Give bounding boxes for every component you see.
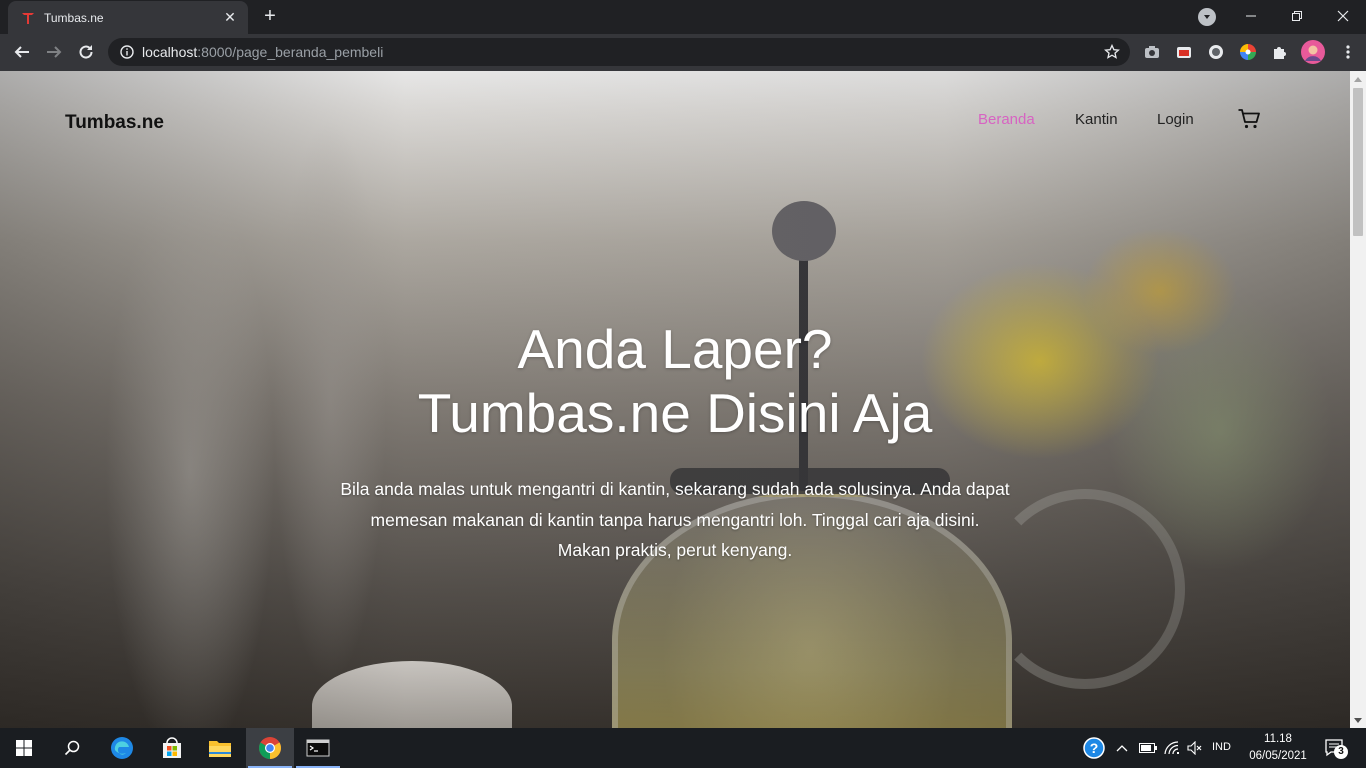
address-bar[interactable]: localhost:8000/page_beranda_pembeli [108, 38, 1130, 66]
color-picker-extension-icon[interactable] [1239, 43, 1257, 61]
taskbar-terminal[interactable] [294, 728, 342, 768]
reload-button[interactable] [72, 38, 100, 66]
help-icon: ? [1083, 737, 1105, 759]
volume-muted-icon [1187, 741, 1202, 755]
volume-tray-button[interactable] [1185, 728, 1205, 768]
notification-count-badge: 3 [1334, 745, 1348, 759]
clock-date: 06/05/2021 [1249, 750, 1307, 762]
clock-time: 11.18 [1264, 733, 1292, 745]
hero-desc-line-3: Makan praktis, perut kenyang. [557, 540, 793, 560]
store-icon [163, 737, 181, 758]
new-tab-button[interactable]: + [258, 4, 282, 28]
reload-icon [79, 45, 93, 59]
taskbar-search-button[interactable] [48, 728, 96, 768]
battery-tray-button[interactable] [1138, 728, 1158, 768]
edge-icon [111, 737, 133, 759]
extensions-puzzle-icon[interactable] [1271, 43, 1289, 61]
site-brand[interactable]: Tumbas.ne [65, 112, 164, 134]
chevron-up-icon [1116, 745, 1128, 752]
restore-button[interactable] [1274, 0, 1320, 32]
page-viewport: Tumbas.ne Beranda Kantin Login Anda Lape… [0, 71, 1350, 728]
taskbar-chrome[interactable] [246, 728, 294, 768]
taskbar-store[interactable] [148, 728, 196, 768]
browser-toolbar: localhost:8000/page_beranda_pembeli [0, 34, 1366, 71]
url-host: localhost [142, 44, 198, 60]
hero-title: Anda Laper? Tumbas.ne Disini Aja [0, 317, 1350, 445]
wifi-icon [1164, 741, 1179, 755]
site-navbar: Tumbas.ne Beranda Kantin Login [0, 71, 1350, 166]
show-hidden-icons-button[interactable] [1114, 728, 1130, 768]
info-icon[interactable] [120, 45, 134, 59]
scrollbar-thumb[interactable] [1353, 88, 1363, 236]
nav-beranda[interactable]: Beranda [978, 111, 1035, 128]
camera-extension-icon[interactable] [1143, 43, 1161, 61]
taskbar-clock[interactable]: 11.18 06/05/2021 [1244, 731, 1312, 765]
file-explorer-icon [209, 741, 231, 757]
taskbar-edge[interactable] [98, 728, 146, 768]
battery-icon [1139, 743, 1157, 753]
scroll-up-arrow-icon[interactable] [1354, 77, 1362, 82]
forward-button[interactable] [40, 38, 68, 66]
scroll-down-arrow-icon[interactable] [1354, 718, 1362, 723]
close-window-button[interactable] [1320, 0, 1366, 32]
tumbas-favicon-icon [22, 12, 34, 24]
back-arrow-icon [14, 46, 29, 58]
hero-desc-line-1: Bila anda malas untuk mengantri di kanti… [340, 479, 1010, 499]
input-language[interactable]: IND [1212, 741, 1231, 753]
url-path: :8000/page_beranda_pembeli [197, 44, 384, 60]
notification-center-button[interactable]: 3 [1320, 728, 1350, 768]
nav-kantin[interactable]: Kantin [1075, 111, 1118, 128]
windows-taskbar: ? IND 11.18 06/05/2021 3 [0, 728, 1366, 768]
windows-start-icon [16, 740, 32, 756]
forward-arrow-icon [47, 46, 62, 58]
hero-title-line-2: Tumbas.ne Disini Aja [417, 382, 933, 444]
svg-text:?: ? [1090, 740, 1099, 756]
tab-close-icon[interactable]: ✕ [222, 9, 238, 26]
tab-title: Tumbas.ne [44, 10, 104, 25]
back-button[interactable] [8, 38, 36, 66]
browser-tab[interactable]: Tumbas.ne ✕ [8, 1, 248, 34]
network-tray-button[interactable] [1162, 728, 1182, 768]
bookmark-star-icon[interactable] [1104, 44, 1120, 60]
start-button[interactable] [0, 728, 48, 768]
terminal-icon [306, 739, 330, 757]
nav-login[interactable]: Login [1157, 111, 1194, 128]
chrome-menu-icon[interactable] [1339, 43, 1357, 61]
chrome-icon [259, 737, 281, 759]
hero-description: Bila anda malas untuk mengantri di kanti… [280, 474, 1070, 566]
profile-avatar[interactable] [1301, 40, 1325, 64]
tab-search-icon[interactable] [1198, 8, 1216, 26]
record-extension-icon[interactable] [1207, 43, 1225, 61]
screenshot-extension-icon[interactable] [1175, 43, 1193, 61]
page-scrollbar[interactable] [1350, 71, 1366, 728]
search-icon [64, 740, 80, 756]
minimize-button[interactable] [1228, 0, 1274, 32]
taskbar-file-explorer[interactable] [196, 728, 244, 768]
hero-desc-line-2: memesan makanan di kantin tanpa harus me… [370, 509, 980, 530]
cart-icon[interactable] [1237, 107, 1261, 131]
browser-tab-strip: Tumbas.ne ✕ + [0, 0, 1366, 34]
help-tray-button[interactable]: ? [1082, 728, 1106, 768]
hero-title-line-1: Anda Laper? [517, 318, 833, 380]
